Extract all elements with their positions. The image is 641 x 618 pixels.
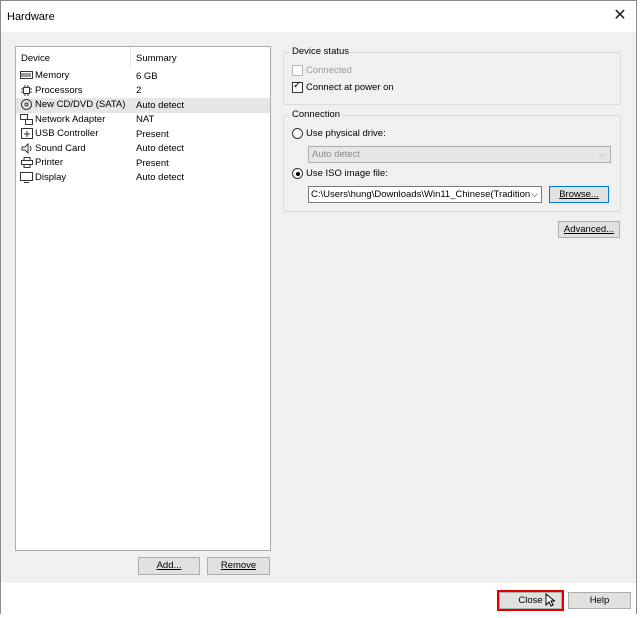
hardware-dialog: Hardware ✕ Device Summary Memory 6 GB Pr… <box>0 0 637 614</box>
chevron-down-icon: ⌵ <box>531 187 538 202</box>
printer-icon <box>20 157 33 168</box>
footer-bar: Close Help <box>1 583 636 614</box>
use-iso-image-label: Use ISO image file: <box>306 168 388 179</box>
use-iso-image-radio[interactable] <box>292 168 303 179</box>
add-button-label: Add... <box>156 560 182 571</box>
cd-dvd-icon <box>20 99 33 110</box>
device-name: Display <box>35 171 67 183</box>
device-name: Network Adapter <box>35 113 106 125</box>
device-name: Processors <box>35 84 83 96</box>
advanced-button-label: Advanced... <box>563 224 615 235</box>
usb-icon <box>20 128 33 139</box>
device-summary: Present <box>136 128 169 140</box>
device-row-memory[interactable]: Memory 6 GB <box>16 69 270 84</box>
device-row-cd-dvd[interactable]: New CD/DVD (SATA) Auto detect <box>16 98 270 113</box>
iso-path-value: C:\Users\hung\Downloads\Win11_Chinese(Tr… <box>311 189 531 200</box>
device-row-network-adapter[interactable]: Network Adapter NAT <box>16 113 270 128</box>
display-icon <box>20 171 33 183</box>
close-button-label: Close <box>518 595 543 606</box>
memory-icon <box>20 70 33 81</box>
device-name: New CD/DVD (SATA) <box>35 99 126 110</box>
device-summary: 6 GB <box>136 70 158 82</box>
advanced-button[interactable]: Advanced... <box>558 221 620 238</box>
device-summary: 2 <box>136 85 142 96</box>
physical-drive-dropdown[interactable]: Auto detect ⌵ <box>308 146 611 163</box>
connected-label: Connected <box>306 65 352 76</box>
device-summary: NAT <box>136 114 155 125</box>
device-name: Sound Card <box>35 142 86 154</box>
device-row-printer[interactable]: Printer Present <box>16 156 270 171</box>
help-button[interactable]: Help <box>568 592 631 609</box>
use-physical-drive-radio[interactable] <box>292 128 303 139</box>
browse-button[interactable]: Browse... <box>549 186 609 203</box>
device-status-group: Device status Connected ✓ Connect at pow… <box>283 46 621 105</box>
connect-at-power-on-checkbox[interactable]: ✓ <box>292 80 303 93</box>
device-summary: Auto detect <box>136 172 185 183</box>
device-summary: Present <box>136 157 169 169</box>
device-name: USB Controller <box>35 128 99 139</box>
device-summary: Auto detect <box>136 99 185 111</box>
remove-button-label: Remove <box>220 560 257 571</box>
summary-column-header[interactable]: Summary <box>136 53 177 64</box>
sound-card-icon <box>20 142 33 154</box>
add-button[interactable]: Add... <box>138 557 200 575</box>
use-physical-drive-label: Use physical drive: <box>306 128 386 139</box>
radio-selected-dot <box>295 171 300 176</box>
device-name: Memory <box>35 70 70 81</box>
device-name: Printer <box>35 157 63 168</box>
remove-button[interactable]: Remove <box>207 557 270 575</box>
dialog-title: Hardware <box>7 11 55 23</box>
device-row-display[interactable]: Display Auto detect <box>16 171 270 186</box>
close-icon[interactable]: ✕ <box>610 6 630 26</box>
help-button-label: Help <box>589 595 610 606</box>
network-adapter-icon <box>20 113 33 125</box>
physical-drive-value: Auto detect <box>312 149 361 160</box>
device-row-usb-controller[interactable]: USB Controller Present <box>16 127 270 142</box>
iso-path-combobox[interactable]: C:\Users\hung\Downloads\Win11_Chinese(Tr… <box>308 186 542 203</box>
connected-checkbox[interactable] <box>292 65 303 76</box>
checkmark-icon: ✓ <box>293 80 302 91</box>
connect-at-power-on-label: Connect at power on <box>306 82 394 93</box>
device-status-title: Device status <box>290 46 352 57</box>
title-bar: Hardware ✕ <box>1 1 636 32</box>
connection-title: Connection <box>290 109 343 120</box>
connection-group: Connection Use physical drive: Auto dete… <box>283 109 621 212</box>
chevron-down-icon: ⌵ <box>599 149 606 159</box>
column-divider[interactable] <box>130 47 131 67</box>
device-row-sound-card[interactable]: Sound Card Auto detect <box>16 142 270 157</box>
device-column-header[interactable]: Device <box>21 53 50 64</box>
mouse-cursor-icon <box>545 592 556 610</box>
device-rows: Memory 6 GB Processors 2 New CD/DVD (SAT… <box>16 69 270 185</box>
processor-icon <box>20 84 33 96</box>
device-summary: Auto detect <box>136 143 185 154</box>
browse-button-label: Browse... <box>559 189 599 200</box>
device-list: Device Summary Memory 6 GB Processors 2 … <box>15 46 271 551</box>
device-row-processors[interactable]: Processors 2 <box>16 84 270 99</box>
